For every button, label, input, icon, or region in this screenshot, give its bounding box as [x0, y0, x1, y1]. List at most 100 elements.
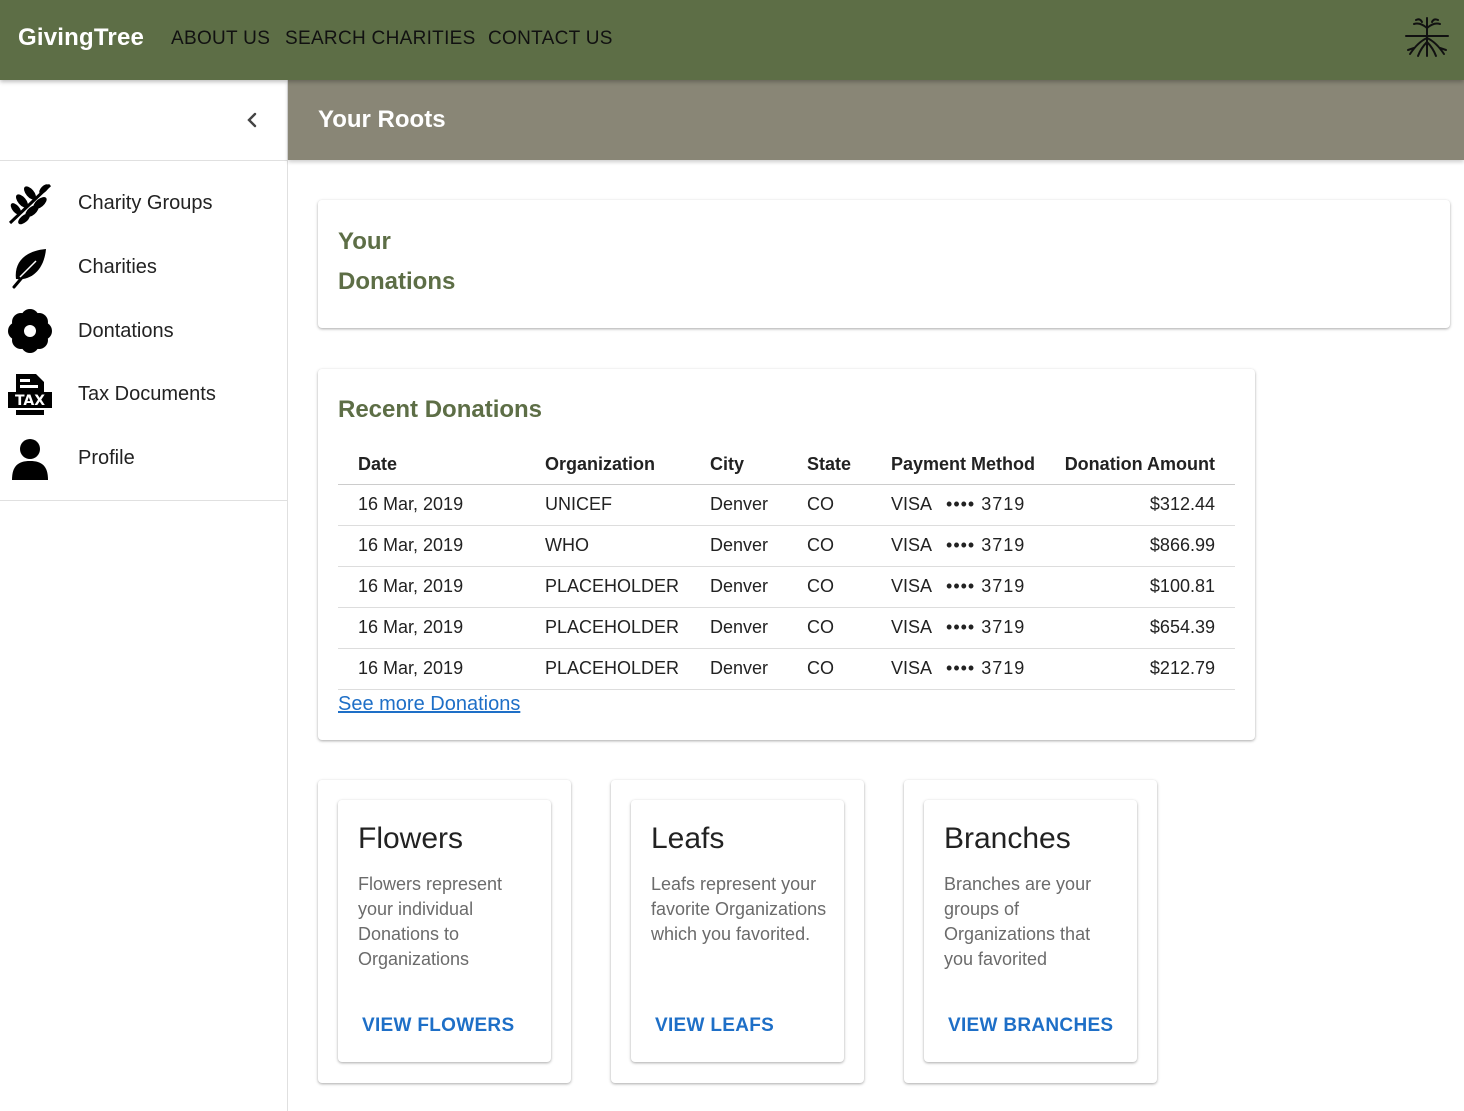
sidebar-item-label: Charities	[78, 256, 157, 278]
cell-amount: $866.99	[1061, 525, 1235, 567]
cell-payment-method: VISA •••• 3719	[891, 607, 1061, 649]
branch-icon	[8, 183, 52, 225]
nav-about-us[interactable]: ABOUT US	[171, 28, 270, 50]
flowers-card: Flowers Flowers represent your individua…	[338, 800, 551, 1062]
sidebar-item-label: Tax Documents	[78, 383, 216, 405]
table-row[interactable]: 16 Mar, 2019 UNICEF Denver CO VISA •••• 3…	[338, 484, 1235, 526]
leaf-icon	[12, 249, 46, 289]
card-brand: VISA	[891, 535, 933, 555]
column-header-organization[interactable]: Organization	[545, 445, 710, 485]
flowers-card-title: Flowers	[358, 822, 464, 855]
leafs-card: Leafs Leafs represent your favorite Orga…	[631, 800, 844, 1062]
card-last4: •••• 3719	[946, 535, 1026, 555]
card-last4: •••• 3719	[946, 494, 1026, 514]
card-last4: •••• 3719	[946, 658, 1026, 678]
cell-amount: $654.39	[1061, 607, 1235, 649]
cell-city: Denver	[710, 607, 807, 649]
branches-card: Branches Branches are your groups of Org…	[924, 800, 1137, 1062]
column-header-city[interactable]: City	[710, 445, 807, 485]
sidebar-item-charities[interactable]: Charities	[0, 237, 287, 297]
flower-icon	[8, 309, 52, 353]
cell-amount: $312.44	[1061, 484, 1235, 526]
card-brand: VISA	[891, 576, 933, 596]
card-last4: •••• 3719	[946, 576, 1026, 596]
cell-payment-method: VISA •••• 3719	[891, 648, 1061, 690]
nav-contact-us[interactable]: CONTACT US	[488, 28, 613, 50]
nav-search-charities[interactable]: SEARCH CHARITIES	[285, 28, 476, 50]
your-donations-card: Your Donations	[318, 200, 1450, 328]
page-title: Your Roots	[318, 106, 446, 133]
sidebar-item-donations[interactable]: Dontations	[0, 301, 287, 361]
branches-card-title: Branches	[944, 822, 1071, 855]
cell-amount: $212.79	[1061, 648, 1235, 690]
card-last4: •••• 3719	[946, 617, 1026, 637]
cell-date: 16 Mar, 2019	[338, 484, 545, 526]
cell-organization: UNICEF	[545, 484, 710, 526]
sidebar-divider	[0, 500, 287, 501]
card-title-line2: Donations	[338, 268, 456, 295]
cell-state: CO	[807, 648, 891, 690]
cell-date: 16 Mar, 2019	[338, 566, 545, 608]
person-icon	[12, 439, 48, 480]
sidebar-item-profile[interactable]: Profile	[0, 428, 287, 488]
cell-date: 16 Mar, 2019	[338, 648, 545, 690]
cell-payment-method: VISA •••• 3719	[891, 484, 1061, 526]
sidebar-item-tax-documents[interactable]: TAX Tax Documents	[0, 364, 287, 424]
leafs-card-wrapper: Leafs Leafs represent your favorite Orga…	[611, 780, 864, 1083]
cell-state: CO	[807, 484, 891, 526]
app-bar: GivingTree ABOUT US SEARCH CHARITIES CON…	[0, 0, 1464, 80]
cell-payment-method: VISA •••• 3719	[891, 525, 1061, 567]
flowers-card-wrapper: Flowers Flowers represent your individua…	[318, 780, 571, 1083]
column-header-state[interactable]: State	[807, 445, 891, 485]
column-header-donation-amount[interactable]: Donation Amount	[1061, 445, 1235, 485]
card-brand: VISA	[891, 617, 933, 637]
donations-table: Date Organization City State Payment Met…	[338, 445, 1235, 690]
recent-donations-card: Recent Donations Date Organization City …	[318, 369, 1255, 740]
cell-city: Denver	[710, 484, 807, 526]
table-row[interactable]: 16 Mar, 2019 PLACEHOLDER Denver CO VISA •…	[338, 607, 1235, 649]
cell-organization: WHO	[545, 525, 710, 567]
view-flowers-button[interactable]: VIEW FLOWERS	[362, 1015, 514, 1037]
view-leafs-button[interactable]: VIEW LEAFS	[655, 1015, 774, 1037]
card-title-line1: Your	[338, 228, 391, 255]
leafs-card-title: Leafs	[651, 822, 725, 855]
table-header-row: Date Organization City State Payment Met…	[338, 445, 1235, 485]
recent-donations-title: Recent Donations	[338, 396, 543, 423]
sidebar-item-label: Charity Groups	[78, 192, 213, 214]
cell-payment-method: VISA •••• 3719	[891, 566, 1061, 608]
card-brand: VISA	[891, 658, 933, 678]
table-row[interactable]: 16 Mar, 2019 PLACEHOLDER Denver CO VISA •…	[338, 566, 1235, 608]
cell-date: 16 Mar, 2019	[338, 525, 545, 567]
sidebar-item-label: Dontations	[78, 320, 174, 342]
table-row[interactable]: 16 Mar, 2019 PLACEHOLDER Denver CO VISA •…	[338, 648, 1235, 690]
tree-roots-icon[interactable]	[1404, 14, 1450, 60]
cell-state: CO	[807, 566, 891, 608]
flowers-card-text: Flowers represent your individual Donati…	[358, 874, 503, 969]
cell-organization: PLACEHOLDER	[545, 566, 710, 608]
branches-card-wrapper: Branches Branches are your groups of Org…	[904, 780, 1157, 1083]
see-more-donations-link[interactable]: See more Donations	[338, 693, 520, 716]
cell-state: CO	[807, 525, 891, 567]
table-row[interactable]: 16 Mar, 2019 WHO Denver CO VISA •••• 3719…	[338, 525, 1235, 567]
svg-text:TAX: TAX	[15, 393, 45, 409]
column-header-date[interactable]: Date	[338, 445, 545, 485]
cell-organization: PLACEHOLDER	[545, 607, 710, 649]
page-header: Your Roots	[288, 80, 1464, 160]
cell-state: CO	[807, 607, 891, 649]
view-branches-button[interactable]: VIEW BRANCHES	[948, 1015, 1113, 1037]
sidebar-item-label: Profile	[78, 447, 135, 469]
card-brand: VISA	[891, 494, 933, 514]
cell-city: Denver	[710, 648, 807, 690]
branches-card-text: Branches are your groups of Organization…	[944, 874, 1092, 969]
sidebar-divider	[0, 160, 287, 161]
chevron-left-icon[interactable]	[240, 108, 264, 132]
cell-date: 16 Mar, 2019	[338, 607, 545, 649]
brand-logo[interactable]: GivingTree	[18, 24, 144, 52]
column-header-payment-method[interactable]: Payment Method	[891, 445, 1061, 485]
tax-document-icon: TAX	[8, 374, 52, 415]
sidebar-item-charity-groups[interactable]: Charity Groups	[0, 173, 287, 233]
sidebar: Charity Groups Charities Dontations TAX …	[0, 80, 288, 1111]
leafs-card-text: Leafs represent your favorite Organizati…	[651, 874, 827, 944]
cell-city: Denver	[710, 566, 807, 608]
cell-city: Denver	[710, 525, 807, 567]
